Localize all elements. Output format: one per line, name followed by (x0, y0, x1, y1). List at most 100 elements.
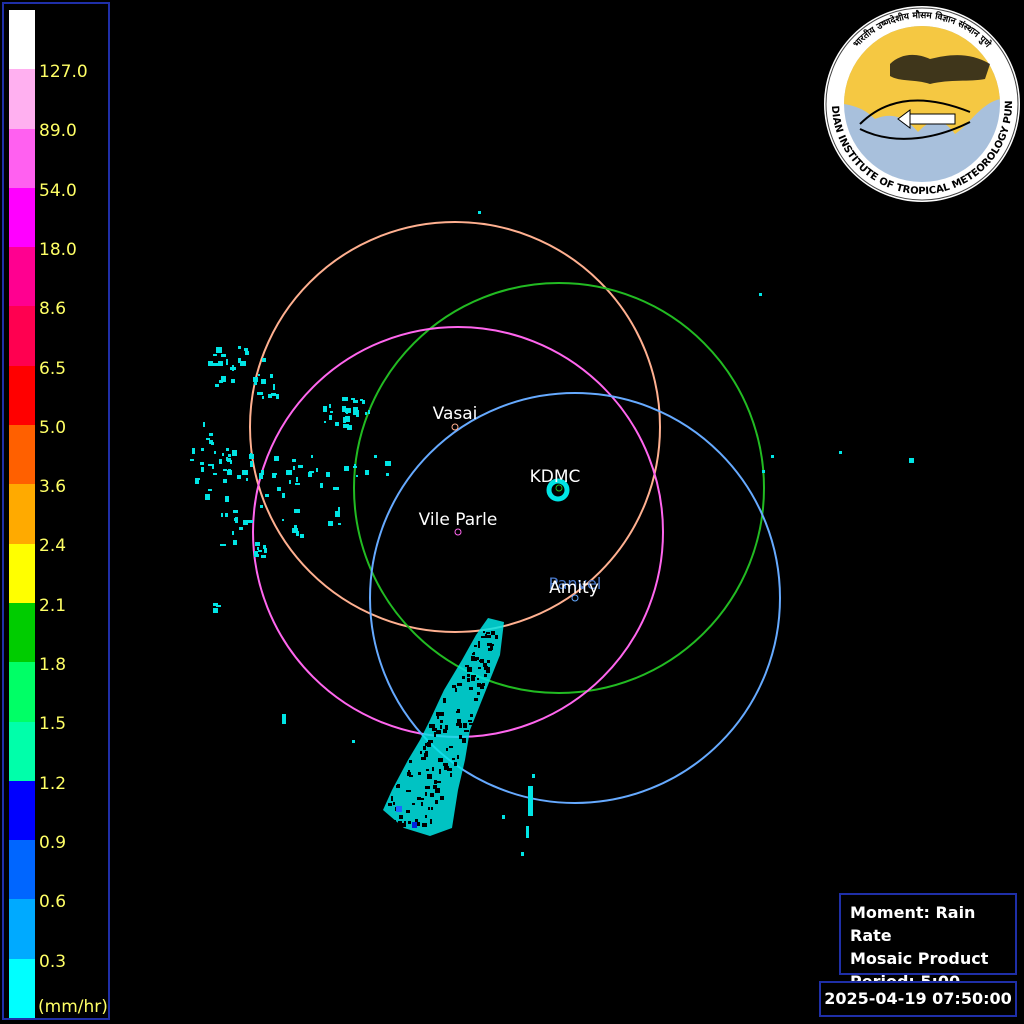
rain-streak (528, 786, 533, 816)
rain-pixel (326, 472, 330, 477)
rain-pixel (296, 477, 298, 482)
rain-pixel (213, 473, 217, 475)
station-label-vile-parle: Vile Parle (418, 510, 498, 530)
band-gap (404, 821, 406, 826)
rain-pixel (353, 407, 358, 412)
band-gap (418, 772, 421, 775)
band-gap (423, 746, 426, 750)
band-gap (399, 815, 403, 819)
band-gap (425, 792, 427, 796)
band-gap (421, 757, 426, 760)
band-gap (435, 800, 438, 804)
band-gap (462, 738, 466, 743)
rain-pixel (258, 374, 260, 376)
rain-pixel (216, 605, 221, 607)
band-gap (471, 677, 475, 681)
rain-pixel (478, 211, 481, 214)
rain-pixel (365, 470, 369, 475)
band-gap (484, 674, 487, 677)
rain-pixel (502, 815, 505, 819)
rain-pixel (233, 510, 238, 513)
rain-pixel (190, 459, 194, 461)
rain-pixel (351, 398, 355, 400)
band-gap (467, 678, 470, 682)
band-gap (446, 748, 448, 751)
rain-pixel (293, 466, 295, 470)
rain-pixel (214, 451, 216, 454)
rain-pixel (277, 487, 281, 491)
band-gap (430, 819, 432, 824)
rain-pixel (211, 442, 214, 445)
band-gap (440, 725, 442, 729)
band-gap (424, 753, 428, 757)
rain-pixel (245, 351, 249, 355)
rain-pixel (320, 483, 323, 488)
band-gap (477, 692, 480, 695)
rain-pixel (338, 523, 341, 525)
rain-pixel (292, 528, 298, 533)
band-gap (457, 755, 459, 759)
band-gap (477, 683, 481, 687)
rain-pixel (221, 354, 226, 357)
rain-pixel (298, 465, 303, 468)
rain-pixel (316, 468, 318, 472)
rain-pixel (238, 358, 241, 363)
rain-pixel (532, 774, 535, 778)
station-label-amity: Amity (549, 578, 599, 598)
band-gap (438, 758, 443, 762)
band-gap (469, 723, 474, 725)
band-gap (473, 652, 475, 655)
rain-pixel (324, 421, 326, 423)
rain-pixel (262, 396, 264, 399)
band-gap (444, 766, 447, 770)
rain-pixel (192, 448, 195, 454)
band-gap (437, 781, 441, 783)
rain-pixel (273, 384, 275, 390)
rain-pixel (345, 408, 351, 413)
rain-pixel (228, 469, 231, 472)
band-gap (440, 796, 444, 800)
band-gap (474, 698, 478, 701)
rain-pixel (222, 453, 224, 456)
band-gap (457, 683, 462, 686)
rain-pixel (230, 460, 232, 464)
band-gap (481, 636, 486, 638)
rain-pixel (255, 542, 260, 546)
band-gap (439, 769, 441, 774)
band-gap (432, 767, 434, 771)
product-label: Mosaic Product (850, 949, 989, 968)
info-box: Moment: Rain Rate Mosaic Product Period:… (839, 893, 1017, 991)
rain-pixel (386, 473, 389, 476)
band-gap (440, 720, 443, 723)
band-gap (447, 766, 449, 769)
rain-pixel (201, 448, 204, 451)
rain-pixel (261, 470, 264, 475)
band-gap (431, 807, 433, 810)
rain-pixel (200, 462, 204, 465)
rain-pixel (353, 400, 358, 403)
band-gap (449, 746, 453, 748)
band-gap (463, 723, 467, 728)
band-gap (482, 683, 485, 686)
rain-pixel (282, 493, 285, 498)
band-gap (428, 807, 430, 810)
rain-pixel (246, 478, 248, 481)
range-ring-vasai (249, 221, 661, 633)
rain-pixel (762, 470, 765, 473)
band-gap (467, 674, 470, 677)
band-gap (452, 758, 455, 760)
rain-pixel (233, 540, 237, 545)
rain-pixel (286, 470, 292, 475)
rain-pixel (759, 293, 762, 296)
rain-pixel (213, 608, 218, 613)
rain-pixel (262, 358, 266, 362)
rain-pixel (228, 454, 231, 457)
band-gap (391, 796, 393, 801)
rain-pixel (309, 471, 314, 473)
rain-pixel (292, 459, 296, 462)
band-gap (432, 724, 435, 728)
band-gap (422, 823, 427, 827)
band-gap (486, 632, 490, 634)
rain-pixel (257, 392, 263, 395)
band-gap (490, 646, 493, 650)
